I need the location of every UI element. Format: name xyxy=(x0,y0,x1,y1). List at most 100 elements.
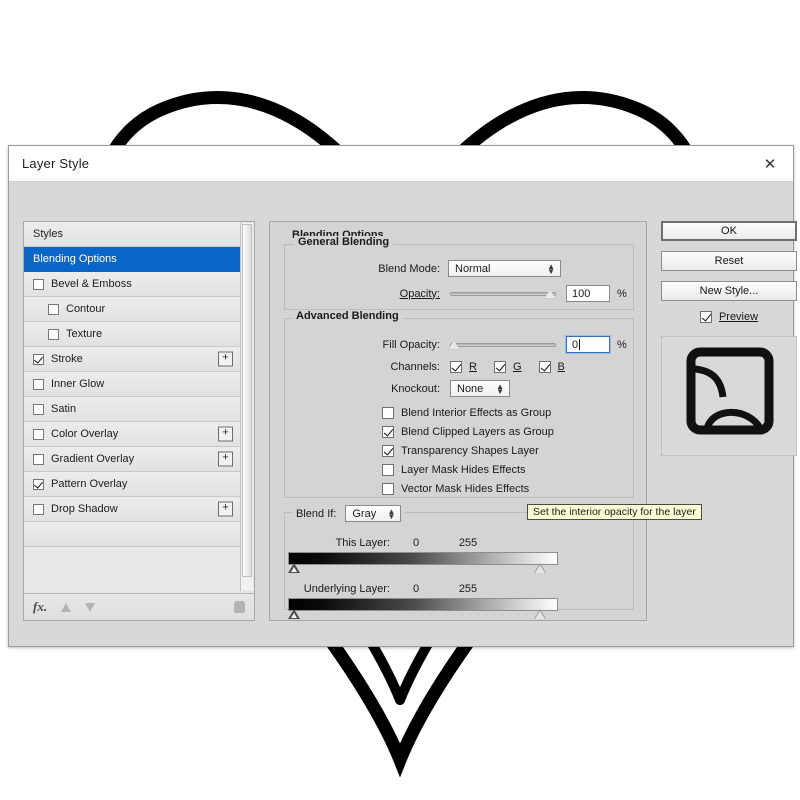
channel-b-checkbox[interactable] xyxy=(538,360,551,373)
option-blend-interior-effects[interactable]: Blend Interior Effects as Group xyxy=(382,404,554,421)
stroke-checkbox[interactable] xyxy=(33,353,44,365)
sidebar-item-contour[interactable]: Contour xyxy=(24,297,240,322)
scrollbar-thumb[interactable] xyxy=(242,224,252,578)
styles-list-scrollbar[interactable] xyxy=(240,223,253,591)
layer-preview-thumbnail xyxy=(661,336,797,456)
opacity-unit: % xyxy=(617,287,627,300)
color-overlay-checkbox[interactable] xyxy=(33,428,44,440)
sidebar-item-blending-options[interactable]: Blending Options xyxy=(24,247,240,272)
sidebar-item-styles[interactable]: Styles xyxy=(24,222,240,247)
sidebar-item-inner-glow[interactable]: Inner Glow xyxy=(24,372,240,397)
knockout-value: None xyxy=(457,382,484,395)
pattern-overlay-checkbox[interactable] xyxy=(33,478,44,490)
blend-mode-select[interactable]: Normal ▲ ▼ xyxy=(448,260,561,277)
blend-if-channel-select[interactable]: Gray ▲ ▼ xyxy=(345,505,402,522)
sidebar-item-satin[interactable]: Satin xyxy=(24,397,240,422)
arrow-up-icon[interactable] xyxy=(61,602,72,612)
this-layer-max: 255 xyxy=(458,537,478,549)
trash-icon[interactable] xyxy=(234,601,245,613)
ok-button[interactable]: OK xyxy=(661,221,797,241)
this-layer-range-slider[interactable] xyxy=(288,552,558,573)
knockout-select[interactable]: None ▲ ▼ xyxy=(450,380,510,397)
this-layer-white-handle[interactable] xyxy=(534,563,546,573)
sidebar-item-drop-shadow[interactable]: Drop Shadow + xyxy=(24,497,240,522)
channel-b-label: B xyxy=(557,360,565,373)
channel-b[interactable]: B xyxy=(538,358,565,375)
satin-checkbox[interactable] xyxy=(33,403,44,415)
close-icon[interactable]: ✕ xyxy=(749,147,791,181)
sidebar-item-label: Pattern Overlay xyxy=(51,478,128,490)
this-layer-min: 0 xyxy=(412,537,420,549)
bevel-emboss-checkbox[interactable] xyxy=(33,278,44,290)
fill-opacity-input[interactable]: 0 xyxy=(565,335,611,354)
underlying-layer-label: Underlying Layer: xyxy=(303,583,390,595)
add-gradient-overlay-icon[interactable]: + xyxy=(218,451,233,467)
sidebar-item-color-overlay[interactable]: Color Overlay + xyxy=(24,422,240,447)
option-label: Transparency Shapes Layer xyxy=(401,444,539,457)
option-blend-clipped-layers[interactable]: Blend Clipped Layers as Group xyxy=(382,423,554,440)
transparency-shapes-layer-checkbox[interactable] xyxy=(382,444,394,457)
fill-opacity-slider[interactable] xyxy=(448,339,556,351)
dialog-actions: OK Reset New Style... Preview xyxy=(661,221,797,456)
opacity-slider-handle[interactable] xyxy=(544,288,556,299)
text-caret xyxy=(579,339,581,350)
vector-mask-hides-effects-checkbox[interactable] xyxy=(382,482,394,495)
dialog-body: Styles Blending Options Bevel & Emboss C… xyxy=(9,182,797,646)
preview-checkbox[interactable] xyxy=(699,311,712,323)
gradient-overlay-checkbox[interactable] xyxy=(33,453,44,465)
fill-opacity-value: 0 xyxy=(572,338,579,351)
channel-g-label: G xyxy=(512,360,522,373)
underlying-layer-gradient xyxy=(288,598,558,611)
channel-r-checkbox[interactable] xyxy=(450,360,462,373)
reset-button[interactable]: Reset xyxy=(661,251,797,271)
blend-if-label: Blend If: xyxy=(296,507,337,520)
layer-mask-hides-effects-checkbox[interactable] xyxy=(382,463,394,476)
contour-checkbox[interactable] xyxy=(48,303,59,315)
styles-list-scroll-area: Styles Blending Options Bevel & Emboss C… xyxy=(24,222,240,592)
blend-interior-effects-checkbox[interactable] xyxy=(382,406,394,419)
sidebar-item-label: Inner Glow xyxy=(51,378,105,390)
styles-list: Styles Blending Options Bevel & Emboss C… xyxy=(23,221,255,621)
texture-checkbox[interactable] xyxy=(48,328,59,340)
arrow-down-icon[interactable] xyxy=(85,602,96,612)
opacity-slider[interactable] xyxy=(450,288,556,300)
sidebar-item-gradient-overlay[interactable]: Gradient Overlay + xyxy=(24,447,240,472)
add-drop-shadow-icon[interactable]: + xyxy=(218,501,233,517)
underlying-layer-black-handle[interactable] xyxy=(288,609,300,619)
fx-icon[interactable]: fx. xyxy=(33,599,47,615)
blend-if-channel-value: Gray xyxy=(352,507,377,520)
add-color-overlay-icon[interactable]: + xyxy=(218,426,233,442)
sidebar-item-empty xyxy=(24,522,240,547)
underlying-layer-max: 255 xyxy=(458,583,478,595)
this-layer-black-handle[interactable] xyxy=(288,563,300,573)
preview-toggle[interactable]: Preview xyxy=(661,311,797,323)
opacity-label: Opacity: xyxy=(399,287,440,300)
opacity-input[interactable]: 100 xyxy=(566,285,610,302)
inner-glow-checkbox[interactable] xyxy=(33,378,44,390)
fill-opacity-slider-handle[interactable] xyxy=(448,339,460,350)
channel-r[interactable]: R xyxy=(450,358,477,375)
knockout-label: Knockout: xyxy=(391,382,440,395)
option-vector-mask-hides-effects[interactable]: Vector Mask Hides Effects xyxy=(382,480,554,497)
underlying-layer-range-slider[interactable] xyxy=(288,598,558,619)
sidebar-item-stroke[interactable]: Stroke + xyxy=(24,347,240,372)
chevron-updown-icon: ▲ ▼ xyxy=(387,506,396,521)
sidebar-item-bevel-emboss[interactable]: Bevel & Emboss xyxy=(24,272,240,297)
sidebar-item-label: Drop Shadow xyxy=(51,503,118,515)
add-stroke-icon[interactable]: + xyxy=(218,351,233,367)
blend-clipped-layers-checkbox[interactable] xyxy=(382,425,394,438)
sidebar-item-label: Gradient Overlay xyxy=(51,453,135,465)
option-layer-mask-hides-effects[interactable]: Layer Mask Hides Effects xyxy=(382,461,554,478)
new-style-button[interactable]: New Style... xyxy=(661,281,797,301)
channel-g[interactable]: G xyxy=(493,358,522,375)
sidebar-item-label: Contour xyxy=(66,303,106,315)
underlying-layer-white-handle[interactable] xyxy=(534,609,546,619)
drop-shadow-checkbox[interactable] xyxy=(33,503,44,515)
fill-opacity-unit: % xyxy=(617,338,627,351)
option-transparency-shapes-layer[interactable]: Transparency Shapes Layer xyxy=(382,442,554,459)
channel-g-checkbox[interactable] xyxy=(493,360,506,373)
sidebar-item-texture[interactable]: Texture xyxy=(24,322,240,347)
sidebar-item-pattern-overlay[interactable]: Pattern Overlay xyxy=(24,472,240,497)
dialog-titlebar: Layer Style ✕ xyxy=(9,146,793,182)
chevron-updown-icon: ▲ ▼ xyxy=(496,381,504,396)
